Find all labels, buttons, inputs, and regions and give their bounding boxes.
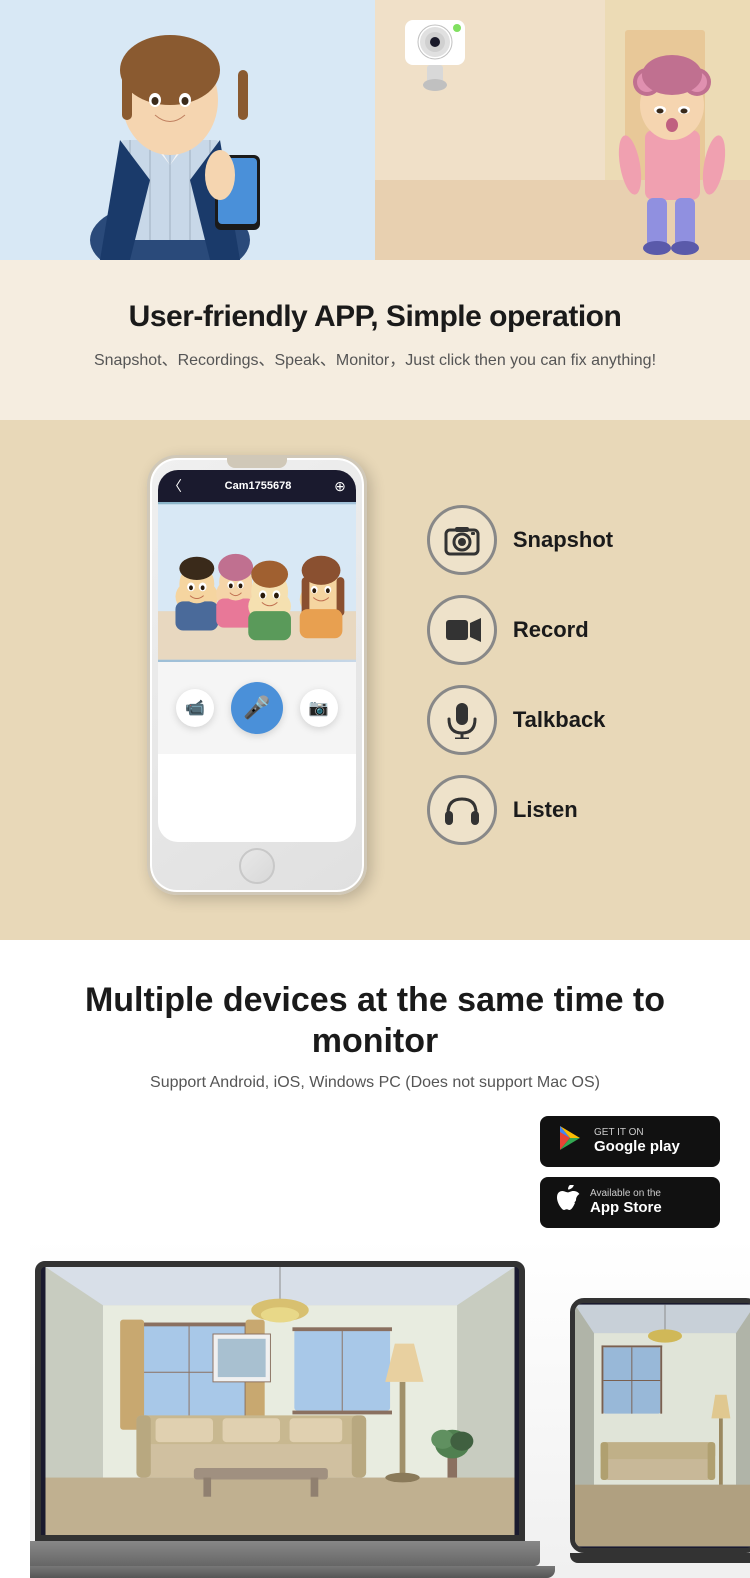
talkback-label: Talkback [513,707,606,733]
devices-title: Multiple devices at the same time to mon… [30,980,720,1062]
laptop [30,1261,540,1578]
right-photo [375,0,750,260]
devices-subtitle: Support Android, iOS, Windows PC (Does n… [30,1074,720,1092]
phone-outer: 〈 Cam1755678 ⊕ [147,455,367,895]
family-photo-svg [158,502,356,662]
google-play-small: GET IT ON [594,1127,680,1138]
tablet [570,1298,750,1563]
app-features-banner: User-friendly APP, Simple operation Snap… [0,260,750,420]
woman-photo-svg [0,0,375,260]
devices-section: Multiple devices at the same time to mon… [0,940,750,1578]
phone-home-button[interactable] [239,848,275,884]
left-photo [0,0,375,260]
listen-label: Listen [513,797,578,823]
apple-icon [556,1185,580,1220]
google-play-badge[interactable]: GET IT ON Google play [540,1116,720,1167]
top-photos-section [0,0,750,260]
feature-item-record: Record [427,595,613,665]
google-play-big: Google play [594,1138,680,1155]
laptop-room-svg [41,1267,519,1535]
google-play-text: GET IT ON Google play [594,1127,680,1155]
phone-camera-btn[interactable]: 📷 [300,689,338,727]
feature-item-listen: Listen [427,775,613,845]
phone-app-header: 〈 Cam1755678 ⊕ [158,470,356,502]
features-list: Snapshot Record Talkback [427,505,613,845]
devices-illustration [30,1238,750,1578]
phone-mockup: 〈 Cam1755678 ⊕ [137,455,377,895]
phone-controls: 📹 🎤 📷 [158,662,356,754]
app-features-subtitle: Snapshot、Recordings、Speak、Monitor，Just c… [30,346,720,370]
laptop-base [30,1566,555,1578]
snapshot-icon-circle [427,505,497,575]
phone-screen: 〈 Cam1755678 ⊕ [158,470,356,842]
feature-item-talkback: Talkback [427,685,613,755]
google-play-icon [556,1124,584,1159]
phone-video-btn[interactable]: 📹 [176,689,214,727]
phone-mic-btn[interactable]: 🎤 [231,682,283,734]
snapshot-label: Snapshot [513,527,613,553]
phone-app-title: Cam1755678 [225,480,292,492]
listen-icon-circle [427,775,497,845]
app-store-text: Available on the App Store [590,1188,662,1216]
record-icon-circle [427,595,497,665]
phone-notch [227,458,287,468]
talkback-icon-circle [427,685,497,755]
tablet-bottom [570,1553,750,1563]
laptop-screen [35,1261,525,1541]
phone-features-section: 〈 Cam1755678 ⊕ [0,420,750,940]
tablet-room-svg [575,1303,750,1548]
laptop-keyboard [30,1541,540,1566]
phone-back-button[interactable]: 〈 [168,476,182,496]
feature-item-snapshot: Snapshot [427,505,613,575]
tablet-screen [570,1298,750,1553]
phone-settings-icon[interactable]: ⊕ [334,478,346,495]
camera-child-svg [375,0,750,260]
app-store-big: App Store [590,1199,662,1216]
app-store-small: Available on the [590,1188,662,1199]
phone-camera-view [158,502,356,662]
app-store-badge[interactable]: Available on the App Store [540,1177,720,1228]
record-label: Record [513,617,589,643]
app-features-title: User-friendly APP, Simple operation [30,300,720,334]
